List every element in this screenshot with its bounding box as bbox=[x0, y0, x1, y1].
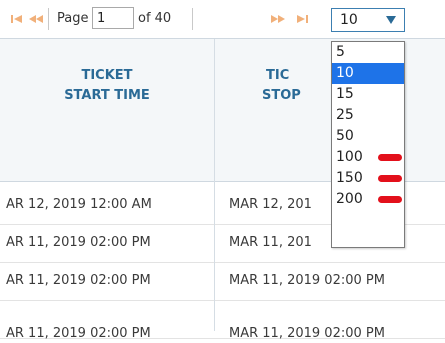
page-size-select[interactable]: 10 bbox=[331, 8, 405, 32]
pager-separator bbox=[48, 8, 49, 30]
cell-stop-time: MAR 11, 201 bbox=[229, 235, 312, 250]
cell-start-time: AR 12, 2019 12:00 AM bbox=[6, 197, 152, 212]
page-size-option-label: 200 bbox=[336, 191, 363, 207]
page-count-label: of 40 bbox=[138, 11, 172, 26]
annotation-mark bbox=[378, 196, 402, 203]
page-number-input[interactable] bbox=[92, 7, 134, 29]
annotation-mark bbox=[378, 175, 402, 182]
last-page-icon[interactable] bbox=[296, 14, 308, 24]
table-row[interactable]: AR 11, 2019 02:00 PM MAR 11, 2019 02:00 … bbox=[0, 301, 445, 339]
prev-page-icon[interactable] bbox=[28, 14, 44, 24]
page-size-option-label: 150 bbox=[336, 170, 363, 186]
page-size-option-label: 100 bbox=[336, 149, 363, 165]
column-divider bbox=[214, 39, 215, 331]
page-size-dropdown: 5 10 15 25 50 100 150 200 bbox=[331, 41, 405, 248]
page-size-option[interactable]: 15 bbox=[332, 84, 404, 105]
page-size-option-100[interactable]: 100 bbox=[332, 147, 404, 168]
cell-start-time: AR 11, 2019 02:00 PM bbox=[6, 235, 151, 250]
page-size-option[interactable]: 25 bbox=[332, 105, 404, 126]
cell-stop-time: MAR 11, 2019 02:00 PM bbox=[229, 326, 385, 341]
page-size-option[interactable]: 5 bbox=[332, 42, 404, 63]
cell-stop-time: MAR 11, 2019 02:00 PM bbox=[229, 273, 385, 288]
page-size-option-selected[interactable]: 10 bbox=[332, 63, 404, 84]
page-size-value: 10 bbox=[340, 12, 358, 28]
page-label: Page bbox=[57, 11, 89, 26]
annotation-mark bbox=[378, 154, 402, 161]
cell-start-time: AR 11, 2019 02:00 PM bbox=[6, 273, 151, 288]
dropdown-arrow-icon bbox=[386, 16, 396, 24]
cell-stop-time: MAR 12, 201 bbox=[229, 197, 312, 212]
page-size-option[interactable]: 50 bbox=[332, 126, 404, 147]
first-page-icon[interactable] bbox=[11, 14, 23, 24]
cell-start-time: AR 11, 2019 02:00 PM bbox=[6, 326, 151, 341]
table-row[interactable]: AR 11, 2019 02:00 PM MAR 11, 2019 02:00 … bbox=[0, 263, 445, 301]
column-header-ticket-start-time[interactable]: TICKET START TIME bbox=[0, 66, 214, 106]
pager-separator bbox=[192, 8, 193, 30]
page-size-option-150[interactable]: 150 bbox=[332, 168, 404, 189]
page-size-option-200[interactable]: 200 bbox=[332, 189, 404, 210]
pager-toolbar: Page of 40 10 bbox=[0, 0, 445, 38]
next-page-icon[interactable] bbox=[270, 14, 286, 24]
